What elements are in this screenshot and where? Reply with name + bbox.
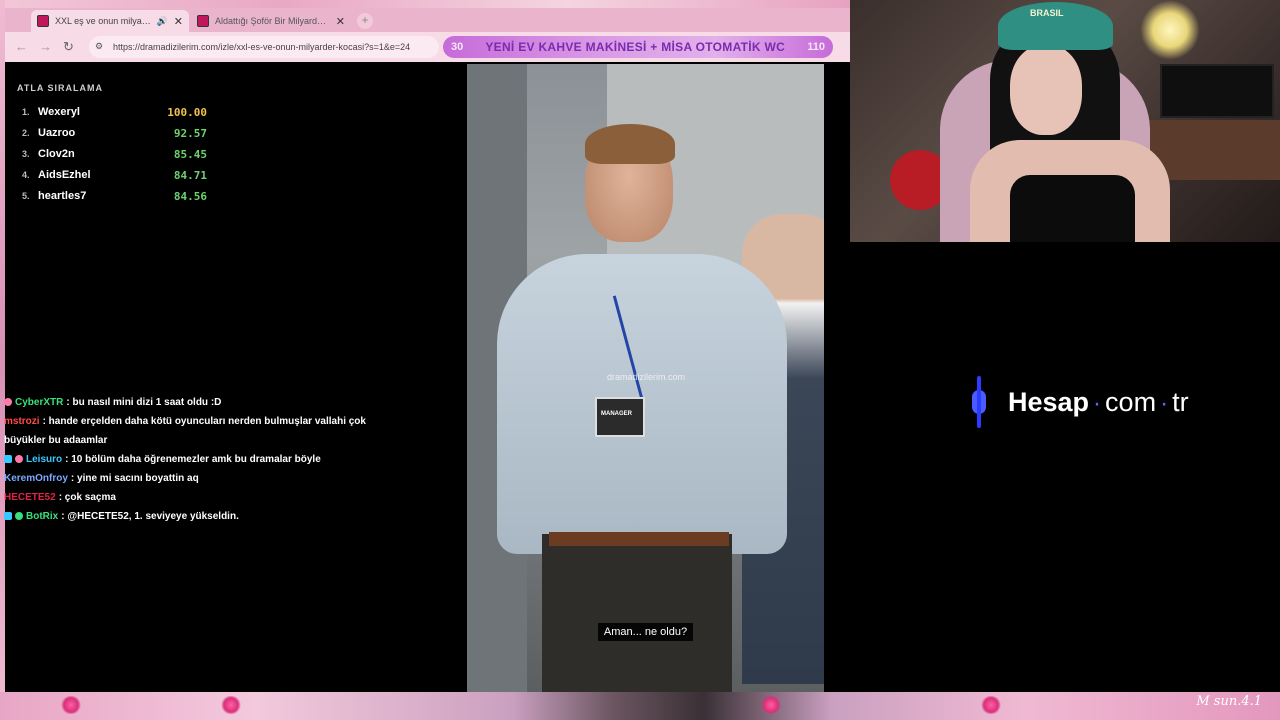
video-person-hair [585, 124, 675, 164]
leaderboard-name: Clov2n [38, 148, 75, 160]
sponsor-logo-icon [972, 376, 986, 428]
chat-message: KeremOnfroy: yine mi sacını boyattin aq [4, 469, 404, 488]
chat-badge-icon [4, 455, 12, 463]
sponsor-dot: · [1093, 389, 1102, 417]
ad-left-number: 30 [451, 41, 464, 53]
chat-panel: CyberXTR: bu nasıl mini dizi 1 saat oldu… [4, 393, 404, 526]
ad-text: YENİ EV KAHVE MAKİNESİ + MİSA OTOMATİK W… [485, 40, 786, 54]
sponsor-dot: · [1160, 389, 1169, 417]
leaderboard-row: 1. Wexeryl 100.00 [22, 103, 207, 121]
url-field[interactable]: ⚙ https://dramadizilerim.com/izle/xxl-es… [89, 36, 439, 58]
flower-icon [980, 696, 1002, 714]
overlay-frame-top [0, 0, 850, 8]
leaderboard-score: 92.57 [173, 126, 207, 140]
flower-icon [220, 696, 242, 714]
video-person-belt [549, 532, 729, 546]
chat-badge-icon [4, 398, 12, 406]
close-tab-icon[interactable]: ✕ [174, 15, 183, 28]
video-player[interactable]: MANAGER dramadizilerim.com Aman... ne ol… [467, 64, 824, 692]
chat-username[interactable]: Leisuro [26, 454, 62, 465]
leaderboard-row: 5. heartles7 84.56 [22, 187, 207, 205]
chat-message: HECETE52: çok saçma [4, 488, 404, 507]
chat-username[interactable]: CyberXTR [15, 397, 63, 408]
chat-message: mstrozi: hande erçelden daha kötü oyuncu… [4, 412, 404, 450]
leaderboard-score: 85.45 [173, 147, 207, 161]
tab-title: Aldattığı Şoför Bir Milyarderdi [215, 16, 330, 26]
leaderboard-title: ATLA SIRALAMA [17, 83, 103, 93]
webcam-streamer-top [1010, 175, 1135, 242]
speaker-icon[interactable]: 🔊 [157, 16, 168, 27]
subtitle-text: Aman... ne oldu? [597, 623, 694, 641]
leaderboard-score: 84.71 [173, 168, 207, 182]
leaderboard-name: AidsEzhel [38, 169, 91, 181]
leaderboard-score: 84.56 [173, 189, 207, 203]
overlay-frame-left [0, 0, 5, 720]
leaderboard-row: 2. Uazroo 92.57 [22, 124, 207, 142]
chat-message: BotRix: @HECETE52, 1. seviyeye yükseldin… [4, 507, 404, 526]
reload-icon[interactable]: ↻ [63, 39, 74, 55]
forward-arrow-icon[interactable]: → [39, 39, 52, 54]
browser-tab-active[interactable]: XXL eş ve onun milyarder koc 🔊 ✕ [31, 10, 189, 32]
sponsor-brand: Hesap [1008, 386, 1090, 417]
chat-text: : 10 bölüm daha öğrenemezler amk bu dram… [65, 454, 321, 465]
ad-banner: 30 YENİ EV KAHVE MAKİNESİ + MİSA OTOMATİ… [443, 36, 833, 58]
leaderboard-name: Wexeryl [38, 106, 80, 118]
leaderboard-name: Uazroo [38, 127, 76, 139]
video-id-badge: MANAGER [595, 397, 645, 437]
site-favicon-icon [197, 15, 209, 27]
sponsor-logo: Hesap · com · tr [972, 376, 1189, 428]
sponsor-tld: tr [1172, 386, 1189, 417]
leaderboard-row: 4. AidsEzhel 84.71 [22, 166, 207, 184]
sponsor-logo-text: Hesap · com · tr [1008, 387, 1189, 418]
leaderboard-score: 100.00 [167, 105, 207, 119]
leaderboard-rank: 4. [22, 170, 30, 180]
chat-badge-icon [15, 512, 23, 520]
overlay-signature: M sun.4.1 [1196, 694, 1262, 709]
sponsor-com: com [1105, 386, 1157, 417]
chat-username[interactable]: HECETE52 [4, 492, 56, 503]
chat-badge-icon [15, 455, 23, 463]
webcam-monitor [1160, 64, 1274, 118]
browser-tabbar: XXL eş ve onun milyarder koc 🔊 ✕ Aldattı… [5, 8, 850, 32]
chat-text: : hande erçelden daha kötü oyuncuları ne… [4, 416, 366, 446]
overlay-frame-bottom: M sun.4.1 [0, 692, 1280, 720]
browser-tab[interactable]: Aldattığı Şoför Bir Milyarderdi ✕ [191, 10, 351, 32]
tab-title: XXL eş ve onun milyarder koc [55, 16, 153, 26]
webcam-hat-text: BRASIL [1030, 8, 1064, 18]
leaderboard-name: heartles7 [38, 190, 87, 202]
leaderboard-rank: 3. [22, 149, 30, 159]
flower-icon [60, 696, 82, 714]
leaderboard-row: 3. Clov2n 85.45 [22, 145, 207, 163]
video-watermark: dramadizilerim.com [607, 372, 686, 382]
chat-text: : çok saçma [58, 492, 116, 503]
video-person-legs [542, 534, 732, 692]
flower-icon [760, 696, 782, 714]
site-favicon-icon [37, 15, 49, 27]
close-tab-icon[interactable]: ✕ [336, 15, 345, 28]
site-settings-icon[interactable]: ⚙ [95, 41, 107, 53]
chat-badge-icon [4, 512, 12, 520]
badge-text: MANAGER [601, 411, 632, 417]
chat-username[interactable]: mstrozi [4, 416, 40, 427]
webcam-streamer-face [1010, 45, 1082, 135]
video-subtitle: Aman... ne oldu? [467, 622, 824, 641]
chat-message: CyberXTR: bu nasıl mini dizi 1 saat oldu… [4, 393, 404, 412]
chat-text: : @HECETE52, 1. seviyeye yükseldin. [61, 511, 239, 522]
webcam-feed: BRASIL [850, 0, 1280, 242]
leaderboard-rank: 1. [22, 107, 30, 117]
chat-text: : bu nasıl mini dizi 1 saat oldu :D [66, 397, 222, 408]
chat-username[interactable]: KeremOnfroy [4, 473, 68, 484]
webcam-lamp [1140, 0, 1200, 60]
chat-username[interactable]: BotRix [26, 511, 58, 522]
browser-address-bar: ← → ↻ ⚙ https://dramadizilerim.com/izle/… [5, 32, 850, 62]
chat-text: : yine mi sacını boyattin aq [70, 473, 199, 484]
chat-message: Leisuro: 10 bölüm daha öğrenemezler amk … [4, 450, 404, 469]
ad-right-number: 110 [807, 41, 825, 53]
leaderboard-rank: 5. [22, 191, 30, 201]
new-tab-button[interactable]: + [357, 13, 373, 29]
back-arrow-icon[interactable]: ← [15, 39, 28, 54]
leaderboard-rank: 2. [22, 128, 30, 138]
url-text: https://dramadizilerim.com/izle/xxl-es-v… [113, 42, 411, 52]
